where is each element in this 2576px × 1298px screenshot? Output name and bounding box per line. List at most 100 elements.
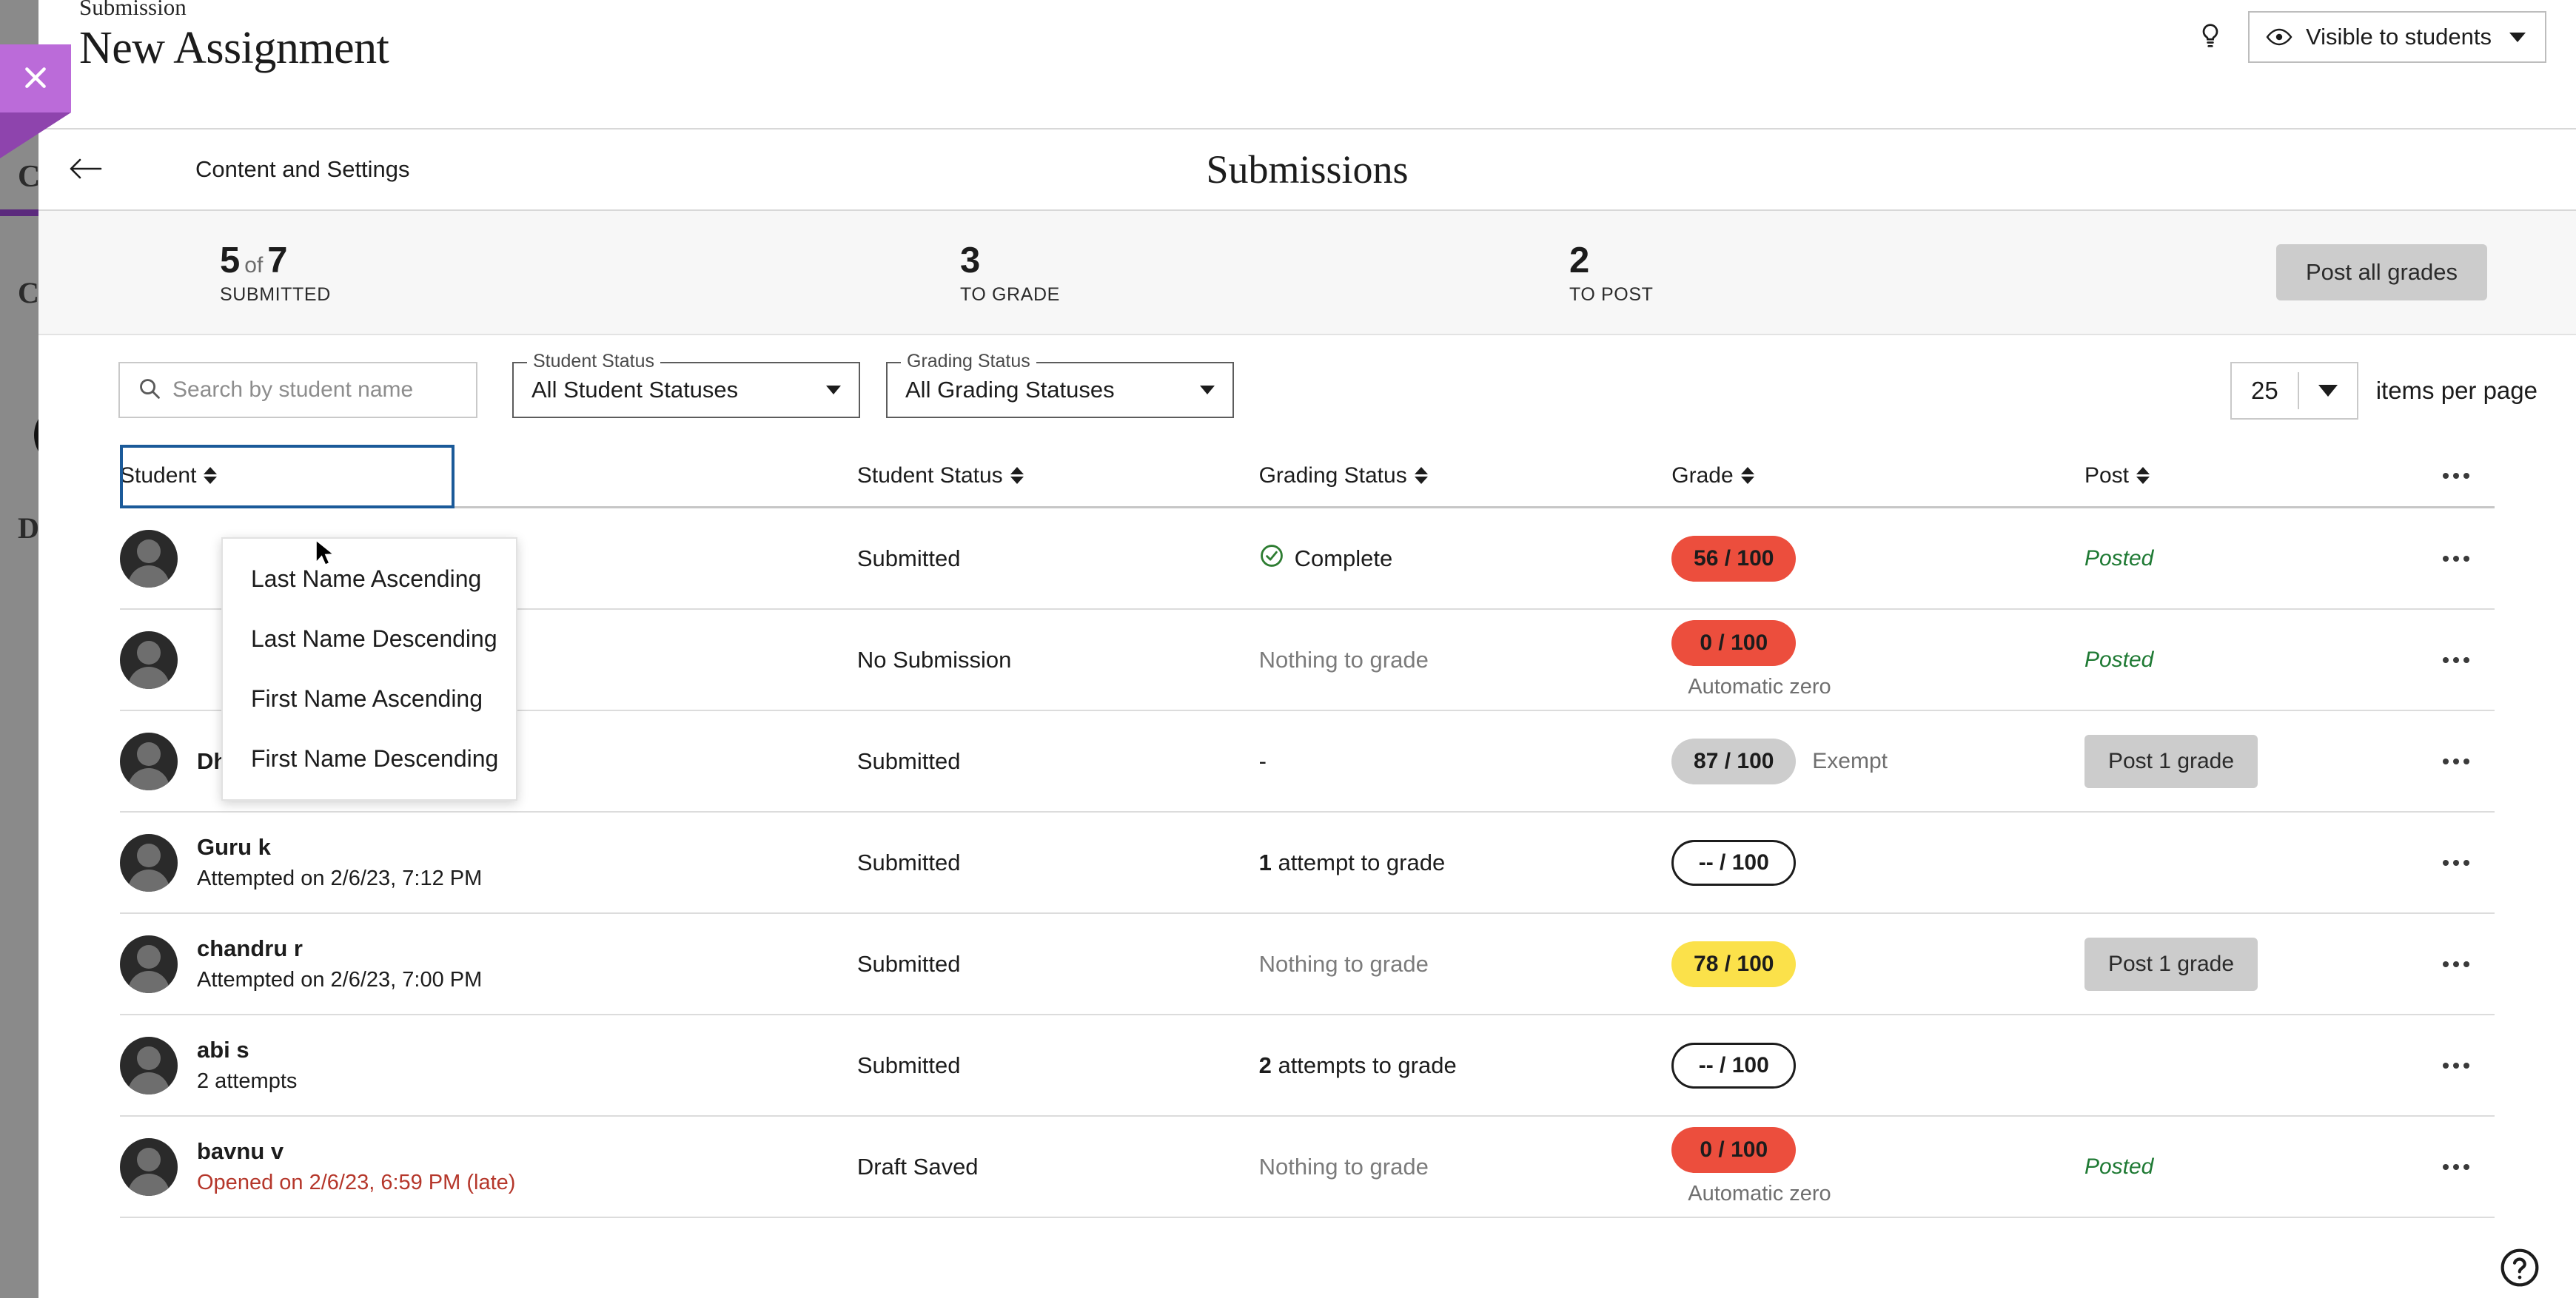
grade-pill[interactable]: -- / 100	[1671, 840, 1796, 886]
sort-option[interactable]: First Name Descending	[223, 729, 516, 789]
post-grade-button[interactable]: Post 1 grade	[2084, 938, 2258, 991]
stat-submitted-label: SUBMITTED	[220, 284, 331, 306]
grade-wrapper: -- / 100	[1671, 1043, 2084, 1089]
grading-status-text: -	[1259, 748, 1267, 774]
items-per-page-select[interactable]: 25	[2230, 362, 2358, 420]
cell-actions	[2431, 1155, 2495, 1179]
stat-to-post: 2 TO POST	[1569, 242, 1653, 306]
sort-option[interactable]: Last Name Descending	[223, 609, 516, 669]
post-all-grades-button[interactable]: Post all grades	[2276, 244, 2487, 300]
table-row[interactable]: Guru kAttempted on 2/6/23, 7:12 PMSubmit…	[120, 813, 2495, 914]
student-name-block: bavnu vOpened on 2/6/23, 6:59 PM (late)	[197, 1138, 515, 1195]
stat-submitted-total: 7	[267, 241, 287, 280]
sort-grade-button[interactable]: Grade	[1671, 463, 1754, 488]
stat-submitted: 5of7 SUBMITTED	[220, 242, 331, 306]
close-overlay-button[interactable]	[0, 44, 71, 112]
sort-option[interactable]: First Name Ascending	[223, 669, 516, 729]
table-row[interactable]: bavnu vOpened on 2/6/23, 6:59 PM (late)D…	[120, 1117, 2495, 1218]
cell-actions	[2431, 750, 2495, 773]
row-options-button[interactable]	[2431, 851, 2481, 875]
stat-to-post-label: TO POST	[1569, 284, 1653, 306]
cell-actions	[2431, 547, 2495, 571]
row-options-button[interactable]	[2431, 1155, 2481, 1179]
close-button-tail	[0, 112, 71, 158]
cell-student: Guru kAttempted on 2/6/23, 7:12 PM	[120, 834, 857, 892]
sort-student-button[interactable]: Student	[120, 463, 217, 488]
grade-wrapper: 78 / 100	[1671, 941, 2084, 987]
sort-student-status-button[interactable]: Student Status	[857, 463, 1024, 488]
submissions-subheader: Content and Settings Submissions	[38, 130, 2576, 211]
search-field-wrapper[interactable]	[118, 362, 477, 418]
grade-line: -- / 100	[1671, 1043, 2084, 1089]
post-status-text: Posted	[2084, 1154, 2153, 1179]
grading-status-text: Nothing to grade	[1259, 647, 1429, 673]
header-post-label: Post	[2084, 463, 2129, 488]
cell-actions	[2431, 851, 2495, 875]
sort-icon	[1741, 467, 1754, 484]
student-name-block: abi s2 attempts	[197, 1037, 297, 1094]
row-options-button[interactable]	[2431, 1054, 2481, 1077]
grade-wrapper: 87 / 100Exempt	[1671, 739, 2084, 784]
cell-grading-status: 2 attempts to grade	[1259, 1052, 1672, 1079]
avatar	[120, 733, 178, 790]
grading-status-select[interactable]: Grading Status All Grading Statuses	[886, 362, 1234, 418]
student-status-select[interactable]: Student Status All Student Statuses	[512, 362, 860, 418]
student-name: abi s	[197, 1037, 297, 1063]
student-name-block: chandru rAttempted on 2/6/23, 7:00 PM	[197, 935, 482, 992]
lightbulb-button[interactable]	[2193, 18, 2227, 57]
cell-grade: 87 / 100Exempt	[1671, 739, 2084, 784]
row-options-button[interactable]	[2431, 648, 2481, 672]
student-status-legend: Student Status	[527, 351, 660, 372]
grade-pill[interactable]: 87 / 100	[1671, 739, 1796, 784]
check-circle-icon	[1259, 543, 1284, 574]
table-options-button[interactable]	[2431, 464, 2481, 488]
visibility-dropdown[interactable]: Visible to students	[2248, 11, 2546, 63]
student-status-text: Submitted	[857, 1052, 961, 1078]
cell-grade: 56 / 100	[1671, 536, 2084, 582]
grade-pill[interactable]: 56 / 100	[1671, 536, 1796, 582]
cell-student-status: Submitted	[857, 545, 1259, 572]
stat-to-grade-label: TO GRADE	[960, 284, 1060, 306]
row-options-button[interactable]	[2431, 547, 2481, 571]
cell-grade: 0 / 100Automatic zero	[1671, 620, 2084, 699]
help-button[interactable]	[2499, 1247, 2540, 1291]
post-status-text: Posted	[2084, 648, 2153, 672]
cell-student: abi s2 attempts	[120, 1037, 857, 1094]
stat-to-grade: 3 TO GRADE	[960, 242, 1060, 306]
grade-pill[interactable]: 78 / 100	[1671, 941, 1796, 987]
grade-pill[interactable]: -- / 100	[1671, 1043, 1796, 1089]
table-row[interactable]: abi s2 attempts Submitted 2 attempts to gr…	[120, 1015, 2495, 1117]
cell-student: chandru rAttempted on 2/6/23, 7:00 PM	[120, 935, 857, 993]
grade-pill[interactable]: 0 / 100	[1671, 620, 1796, 666]
submissions-overlay-panel: Submission New Assignment Vi	[38, 0, 2576, 1298]
close-icon	[21, 63, 50, 95]
chevron-down-icon	[1200, 386, 1215, 394]
sort-post-button[interactable]: Post	[2084, 463, 2150, 488]
sort-grading-status-button[interactable]: Grading Status	[1259, 463, 1428, 488]
sort-option[interactable]: Last Name Ascending	[223, 549, 516, 609]
cell-student-status: Submitted	[857, 1052, 1259, 1079]
table-row[interactable]: chandru rAttempted on 2/6/23, 7:00 PMSub…	[120, 914, 2495, 1015]
cell-grade: 0 / 100Automatic zero	[1671, 1127, 2084, 1206]
student-name: chandru r	[197, 935, 482, 962]
grade-wrapper: 56 / 100	[1671, 536, 2084, 582]
post-grade-button[interactable]: Post 1 grade	[2084, 735, 2258, 788]
cell-student-status: Submitted	[857, 748, 1259, 775]
student-name: Guru k	[197, 834, 482, 861]
cell-grading-status: Nothing to grade	[1259, 647, 1672, 673]
avatar	[120, 1138, 178, 1196]
row-options-button[interactable]	[2431, 952, 2481, 976]
avatar	[120, 1037, 178, 1094]
avatar	[120, 834, 178, 892]
row-options-button[interactable]	[2431, 750, 2481, 773]
search-input[interactable]	[172, 377, 476, 403]
grade-wrapper: -- / 100	[1671, 840, 2084, 886]
grade-wrapper: 0 / 100Automatic zero	[1671, 1127, 2084, 1206]
grade-pill[interactable]: 0 / 100	[1671, 1127, 1796, 1173]
sort-icon	[1415, 467, 1428, 484]
stats-strip: 5of7 SUBMITTED 3 TO GRADE 2 TO POST Post…	[38, 211, 2576, 335]
cell-student-status: Submitted	[857, 850, 1259, 876]
cell-post: Post 1 grade	[2084, 938, 2431, 991]
chevron-down-icon	[826, 386, 841, 394]
help-question-icon	[2499, 1279, 2540, 1291]
